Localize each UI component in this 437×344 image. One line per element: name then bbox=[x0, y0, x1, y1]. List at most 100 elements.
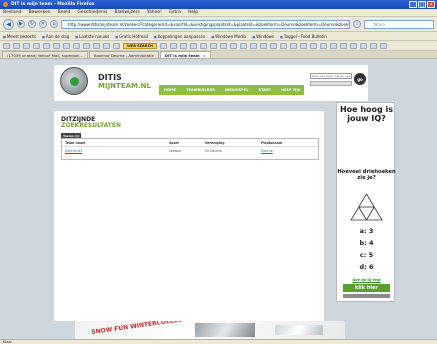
toolbar-icon[interactable] bbox=[289, 42, 297, 49]
tab-yahoo-mail[interactable]: (17039 unread) Yahoo! Mail, superball... bbox=[2, 51, 89, 58]
back-button[interactable]: ◀ bbox=[3, 18, 14, 30]
toolbar-icon[interactable] bbox=[63, 42, 70, 49]
tab-dit-is-mijn-team[interactable]: DIT is mijn team × bbox=[159, 51, 211, 58]
reload-button[interactable]: ↻ bbox=[28, 20, 36, 28]
toolbar-icon[interactable] bbox=[83, 42, 90, 49]
toolbar-icon[interactable] bbox=[53, 42, 60, 49]
nav-nieuwspel[interactable]: NIEUWSPEL bbox=[220, 88, 254, 92]
toolbar-icon[interactable] bbox=[369, 42, 377, 49]
close-tab-icon[interactable]: × bbox=[203, 53, 206, 58]
place-link[interactable]: Deurne bbox=[261, 149, 311, 153]
iq-advert[interactable]: Hoe hoog is jouw IQ? Hoeveel driehoeken … bbox=[336, 102, 396, 302]
toolbar-icon[interactable] bbox=[259, 42, 267, 49]
close-button[interactable]: × bbox=[427, 1, 435, 8]
toolbar-icon[interactable] bbox=[229, 42, 237, 49]
col-club: Vereniging bbox=[205, 140, 225, 145]
stop-button[interactable]: ✕ bbox=[39, 20, 47, 28]
banner-product-image bbox=[195, 323, 255, 337]
title-bar: DIT is mijn team - Mozilla Firefox _ □ × bbox=[0, 0, 437, 9]
bookmark-item[interactable]: Aan de slag bbox=[42, 34, 69, 39]
toolbar-icon[interactable] bbox=[113, 42, 120, 49]
toolbar-icon[interactable] bbox=[169, 42, 177, 49]
menu-extra[interactable]: Extra bbox=[169, 10, 181, 15]
menu-beeld[interactable]: Beeld bbox=[58, 10, 71, 15]
bookmark-item[interactable]: Windows Media bbox=[211, 34, 246, 39]
toolbar-icon[interactable] bbox=[269, 42, 277, 49]
toolbar-icon[interactable] bbox=[219, 42, 227, 49]
col-team: Team naam bbox=[65, 140, 86, 145]
web-search-button[interactable]: WEB SEARCH bbox=[123, 42, 157, 49]
nav-start[interactable]: START bbox=[254, 88, 277, 92]
yahoo-icon[interactable] bbox=[3, 42, 10, 49]
search-input[interactable]: Yahoo bbox=[364, 19, 434, 29]
site-search-input[interactable]: Zoek een team, plaats, sporten bij lijst bbox=[310, 73, 352, 79]
banner-product-image bbox=[275, 325, 323, 335]
answer-d: d: 6 bbox=[359, 263, 374, 271]
toolbar-icon[interactable] bbox=[23, 42, 30, 49]
toolbar-icon[interactable] bbox=[309, 42, 317, 49]
forward-button[interactable]: ▶ bbox=[17, 20, 25, 28]
advert-banner[interactable]: SNOW FUN WINTERCOLLECTIE bbox=[75, 321, 345, 339]
tab-label: (17039 unread) Yahoo! Mail, superball... bbox=[7, 52, 84, 58]
click-here-button[interactable]: klik hier bbox=[343, 284, 390, 292]
toolbar-icon[interactable] bbox=[239, 42, 247, 49]
toolbar-icon[interactable] bbox=[189, 42, 197, 49]
brand-line-1: DITIS bbox=[98, 73, 122, 82]
maximize-button[interactable]: □ bbox=[418, 1, 426, 8]
status-bar: Klaar bbox=[0, 339, 437, 344]
bookmark-item[interactable]: Windows bbox=[252, 34, 274, 39]
menu-yahoo[interactable]: Yahoo! bbox=[147, 10, 162, 15]
menu-help[interactable]: Help bbox=[188, 10, 198, 15]
toolbar-icon[interactable] bbox=[179, 42, 187, 49]
address-bar[interactable]: http://www.ditismijnteam.nl/zoeken/?cate… bbox=[61, 19, 350, 29]
toolbar-icon[interactable] bbox=[339, 42, 347, 49]
go-button[interactable]: go bbox=[354, 73, 366, 85]
site-logo[interactable] bbox=[60, 67, 88, 95]
toolbar-icon[interactable] bbox=[319, 42, 327, 49]
toolbar-icon[interactable] bbox=[279, 42, 287, 49]
menu-bestand[interactable]: Bestand bbox=[3, 10, 21, 15]
menu-bewerken[interactable]: Bewerken bbox=[28, 10, 50, 15]
menu-geschiedenis[interactable]: Geschiedenis bbox=[77, 10, 107, 15]
col-sport: Sport bbox=[169, 140, 179, 145]
team-link[interactable]: Deurne D3 bbox=[65, 149, 169, 153]
toolbar-icon[interactable] bbox=[159, 42, 167, 49]
bookmark-star-icon[interactable]: ☆ bbox=[353, 20, 361, 28]
toolbar-icon[interactable] bbox=[329, 42, 337, 49]
tab-bookhof[interactable]: Bookhof Deurne - Administratie bbox=[89, 51, 159, 58]
toolbar-icon[interactable] bbox=[359, 42, 367, 49]
toolbar-icon[interactable] bbox=[349, 42, 357, 49]
bookmark-item[interactable]: Laatste nieuws bbox=[75, 34, 109, 39]
toolbar-icon[interactable] bbox=[299, 42, 307, 49]
window-controls: _ □ × bbox=[409, 1, 435, 8]
bookmark-item[interactable]: Meest bezocht bbox=[3, 34, 36, 39]
addon-toolbar: WEB SEARCH bbox=[0, 41, 437, 51]
nav-help[interactable]: HELP MIJ! bbox=[276, 88, 306, 92]
brand-line-2: MIJNTEAM.NL bbox=[98, 82, 151, 90]
nav-home[interactable]: HOME bbox=[159, 88, 181, 92]
iq-test-link[interactable]: Doe de IQ test bbox=[337, 278, 396, 282]
toolbar-icon[interactable] bbox=[103, 42, 110, 49]
club-cell: SV Deurne bbox=[205, 149, 222, 153]
nav-teambuilder[interactable]: TEAMBUILDER bbox=[181, 88, 220, 92]
results-table: Team naam Sport Vereniging Plaatsnaam De… bbox=[61, 138, 319, 160]
site-search-options[interactable] bbox=[310, 81, 352, 86]
toolbar-icon[interactable] bbox=[379, 42, 387, 49]
toolbar-icon[interactable] bbox=[13, 42, 20, 49]
home-button[interactable]: ⌂ bbox=[50, 20, 58, 28]
minimize-button[interactable]: _ bbox=[409, 1, 417, 8]
bookmark-item[interactable]: Toggel - Food Bulletin bbox=[280, 34, 327, 39]
results-panel: DITZIJNDE ZOEKRESULTATEN Teams (1) Team … bbox=[54, 111, 324, 321]
toolbar-icon[interactable] bbox=[93, 42, 100, 49]
bookmark-item[interactable]: Koppelingen aanpassen bbox=[154, 34, 206, 39]
toolbar-icon[interactable] bbox=[33, 42, 40, 49]
table-header: Team naam Sport Vereniging Plaatsnaam bbox=[62, 139, 318, 147]
tab-label: DIT is mijn team bbox=[164, 52, 200, 58]
bookmark-item[interactable]: Gratis Hotmail bbox=[115, 34, 148, 39]
toolbar-icon[interactable] bbox=[43, 42, 50, 49]
toolbar-icon[interactable] bbox=[249, 42, 257, 49]
toolbar-icon[interactable] bbox=[209, 42, 217, 49]
toolbar-icon[interactable] bbox=[73, 42, 80, 49]
menu-bladwijzers[interactable]: Bladwijzers bbox=[114, 10, 139, 15]
toolbar-icon[interactable] bbox=[199, 42, 207, 49]
